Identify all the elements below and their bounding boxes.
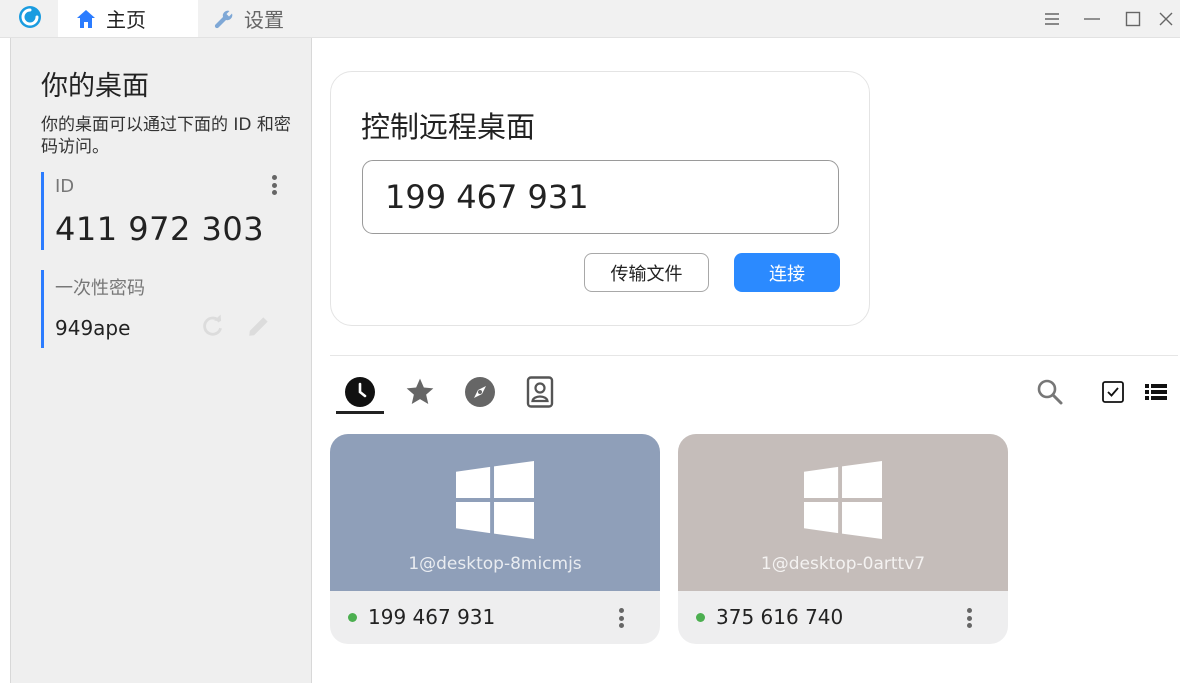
id-more-icon[interactable] (270, 172, 278, 198)
tab-home[interactable]: 主页 (58, 0, 198, 37)
your-desktop-description: 你的桌面可以通过下面的 ID 和密码访问。 (41, 115, 291, 157)
online-status-dot (696, 613, 705, 622)
id-label: ID (55, 176, 75, 197)
wrench-icon (212, 7, 236, 31)
peer-card-footer: 375 616 740 (678, 591, 1008, 644)
tab-favorites[interactable] (400, 372, 440, 412)
password-label: 一次性密码 (55, 278, 145, 299)
active-tab-indicator (336, 411, 384, 414)
app-logo-icon (19, 6, 41, 28)
list-view-button[interactable] (1138, 374, 1174, 410)
select-mode-button[interactable] (1095, 374, 1131, 410)
peer-more-icon[interactable] (965, 605, 973, 631)
id-value[interactable]: 411 972 303 (55, 210, 264, 248)
menu-button[interactable] (1032, 0, 1072, 37)
peer-card[interactable]: 1@desktop-8micmjs 199 467 931 (330, 434, 660, 644)
minimize-icon (1084, 17, 1100, 20)
tab-address-book[interactable] (520, 372, 560, 412)
hamburger-icon (1045, 12, 1059, 25)
tab-recent[interactable] (340, 372, 380, 412)
minimize-button[interactable] (1072, 0, 1112, 37)
peer-card-thumbnail[interactable]: 1@desktop-8micmjs (330, 434, 660, 591)
edit-pencil-icon[interactable] (246, 313, 272, 339)
search-button[interactable] (1032, 374, 1068, 410)
peer-card-footer: 199 467 931 (330, 591, 660, 644)
control-remote-title: 控制远程桌面 (361, 110, 536, 144)
close-button[interactable] (1152, 0, 1180, 37)
remote-id-input[interactable] (362, 160, 839, 234)
your-desktop-title: 你的桌面 (41, 71, 149, 102)
title-bar: 主页 设置 (0, 0, 1180, 38)
tab-discovered[interactable] (460, 372, 500, 412)
peer-id: 375 616 740 (716, 605, 844, 629)
peer-card[interactable]: 1@desktop-0arttv7 375 616 740 (678, 434, 1008, 644)
home-icon (74, 7, 98, 31)
transfer-file-button[interactable]: 传输文件 (584, 253, 709, 292)
maximize-button[interactable] (1113, 0, 1153, 37)
maximize-icon (1125, 11, 1141, 26)
star-icon (406, 378, 434, 404)
list-view-icon (1145, 384, 1167, 400)
tab-settings[interactable]: 设置 (200, 0, 320, 37)
password-block: 一次性密码 949ape (41, 270, 291, 348)
id-block: ID 411 972 303 (41, 172, 291, 250)
tab-settings-label: 设置 (244, 8, 284, 32)
refresh-icon[interactable] (200, 313, 226, 339)
section-divider (330, 355, 1178, 356)
peer-hostname: 1@desktop-8micmjs (408, 554, 582, 574)
peer-hostname: 1@desktop-0arttv7 (760, 554, 926, 574)
left-panel: 你的桌面 你的桌面可以通过下面的 ID 和密码访问。 ID 411 972 30… (10, 38, 312, 683)
checkbox-icon (1102, 381, 1124, 403)
windows-icon (456, 461, 534, 539)
peer-id: 199 467 931 (368, 605, 496, 629)
online-status-dot (348, 613, 357, 622)
close-icon (1159, 12, 1173, 25)
peer-card-thumbnail[interactable]: 1@desktop-0arttv7 (678, 434, 1008, 591)
windows-icon (804, 461, 882, 539)
peer-more-icon[interactable] (617, 605, 625, 631)
search-icon (1037, 379, 1063, 405)
clock-icon (345, 377, 375, 407)
control-remote-card: 控制远程桌面 传输文件 连接 (330, 71, 870, 326)
connect-button[interactable]: 连接 (734, 253, 840, 292)
contact-book-icon (526, 376, 554, 408)
password-value[interactable]: 949ape (55, 316, 130, 340)
tab-home-label: 主页 (106, 8, 146, 32)
compass-icon (465, 377, 495, 407)
